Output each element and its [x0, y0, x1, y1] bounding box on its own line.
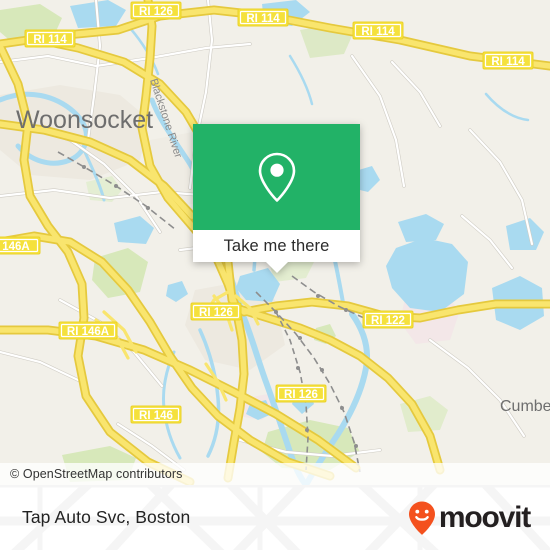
svg-text:RI 114: RI 114 — [491, 56, 525, 68]
moovit-logo: moovit — [407, 500, 531, 536]
osm-attribution-bar: © OpenStreetMap contributors — [0, 463, 550, 485]
shield-ri-114-topcenter: RI 114 — [237, 8, 289, 27]
place-label-woonsocket: Woonsocket — [16, 106, 153, 134]
shield-ri-146: RI 146 — [130, 405, 182, 424]
shield-ri-114-left: RI 114 — [24, 29, 76, 48]
shield-ri-122: RI 122 — [362, 310, 414, 329]
svg-text:RI 126: RI 126 — [139, 6, 173, 18]
callout-tail — [265, 262, 288, 273]
svg-text:RI 114: RI 114 — [361, 26, 395, 38]
footer-content: Tap Auto Svc, Boston moovit — [0, 485, 550, 550]
svg-text:RI 114: RI 114 — [246, 13, 280, 25]
shield-ri-126-center: RI 126 — [190, 302, 242, 321]
svg-text:RI 114: RI 114 — [33, 34, 67, 46]
callout-action-label: Take me there — [223, 236, 330, 255]
callout-action[interactable]: Take me there — [193, 230, 360, 262]
shield-ri-146a: RI 146A — [58, 321, 118, 340]
footer-bar: Tap Auto Svc, Boston moovit — [0, 485, 550, 550]
shield-ri-114-right2: RI 114 — [482, 51, 534, 70]
shield-146a-clipped: 146A — [0, 236, 41, 255]
place-label-cumberland: Cumbe — [500, 398, 550, 415]
shield-ri-114-right1: RI 114 — [352, 21, 404, 40]
place-title: Tap Auto Svc, Boston — [22, 507, 191, 527]
svg-text:RI 126: RI 126 — [284, 389, 318, 401]
take-me-there-callout[interactable]: Take me there — [193, 124, 360, 273]
moovit-map-screenshot: Woonsocket Cumbe Blackstone River RI 126 — [0, 0, 550, 550]
callout-header — [193, 124, 360, 230]
shield-ri-126-top: RI 126 — [130, 1, 182, 20]
svg-text:146A: 146A — [2, 241, 30, 253]
moovit-wordmark: moovit — [438, 500, 531, 534]
svg-text:RI 146: RI 146 — [139, 410, 173, 422]
osm-attribution-text: © OpenStreetMap contributors — [10, 467, 183, 481]
moovit-pin-icon — [408, 501, 435, 535]
svg-text:RI 126: RI 126 — [199, 307, 233, 319]
map-pin-icon — [258, 152, 295, 202]
shield-ri-126-lower: RI 126 — [275, 384, 327, 403]
svg-text:RI 146A: RI 146A — [67, 326, 109, 338]
svg-text:RI 122: RI 122 — [371, 315, 405, 327]
